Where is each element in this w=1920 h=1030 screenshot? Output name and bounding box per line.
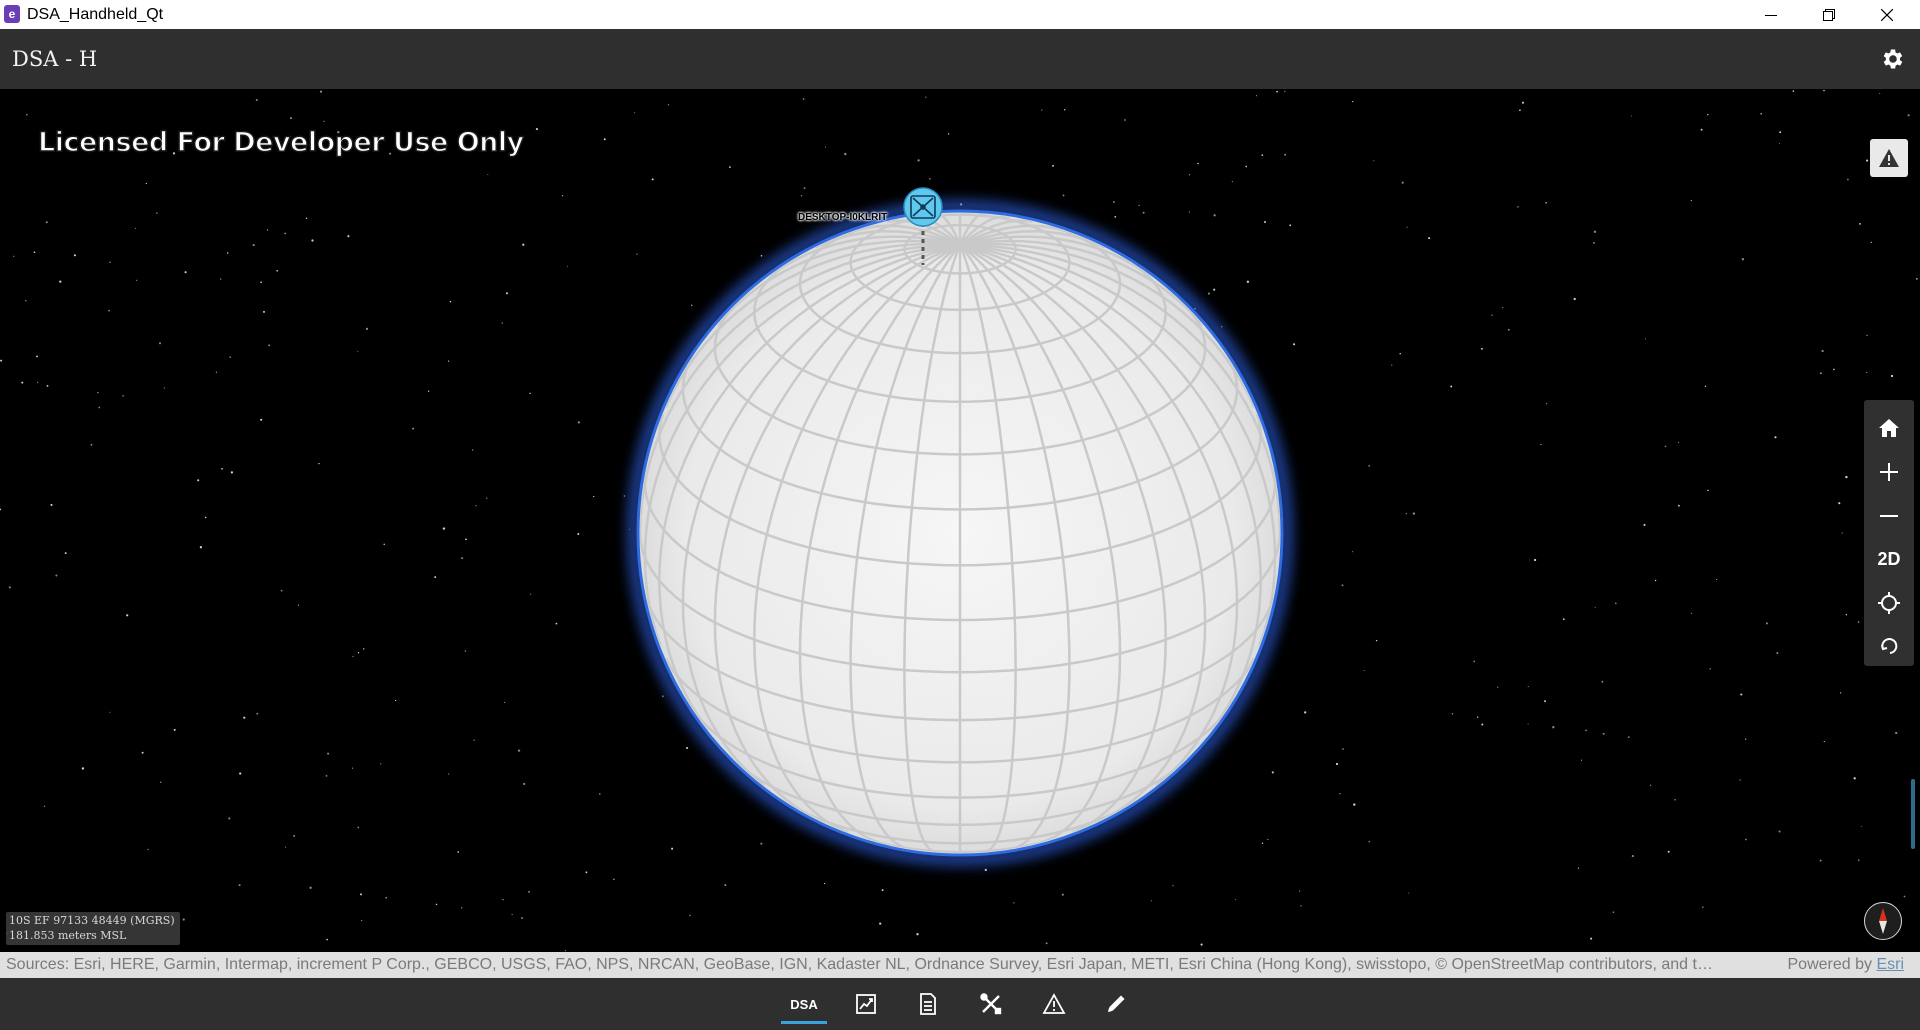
tab-dsa-label: DSA xyxy=(790,996,818,1012)
app-title: DSA - H xyxy=(12,47,98,71)
esri-link[interactable]: Esri xyxy=(1876,956,1904,973)
tab-report[interactable] xyxy=(841,978,891,1030)
app-icon: e xyxy=(4,5,20,23)
scroll-indicator[interactable] xyxy=(1911,779,1915,849)
follow-button[interactable] xyxy=(1864,624,1914,668)
close-icon xyxy=(1881,8,1893,21)
minimize-icon xyxy=(1765,14,1777,16)
tools-icon xyxy=(980,993,1002,1015)
tab-document[interactable] xyxy=(903,978,953,1030)
attribution-sources: Sources: Esri, HERE, Garmin, Intermap, i… xyxy=(6,956,1713,973)
window-title: DSA_Handheld_Qt xyxy=(27,6,164,23)
tab-alerts[interactable] xyxy=(1029,978,1079,1030)
settings-button[interactable] xyxy=(1880,46,1906,72)
alert-button[interactable] xyxy=(1870,139,1908,177)
license-watermark: Licensed For Developer Use Only xyxy=(37,126,525,159)
close-button[interactable] xyxy=(1858,0,1916,29)
zoom-out-button[interactable] xyxy=(1864,494,1914,538)
tab-dsa[interactable]: DSA xyxy=(779,978,829,1030)
home-button[interactable] xyxy=(1864,406,1914,450)
elevation-value: 181.853 meters MSL xyxy=(9,929,127,942)
warning-icon xyxy=(1042,993,1066,1014)
warning-icon xyxy=(1879,149,1899,167)
chart-report-icon xyxy=(856,994,876,1014)
bottom-tab-bar: DSA xyxy=(0,978,1920,1030)
device-label: DESKTOP-I0KLRIT xyxy=(798,212,888,223)
plus-icon xyxy=(1880,463,1898,481)
powered-by: Powered by Esri xyxy=(1788,952,1905,978)
app-header: DSA - H xyxy=(0,29,1920,89)
crosshair-icon xyxy=(1878,592,1900,614)
tab-tools[interactable] xyxy=(966,978,1016,1030)
map-attribution: Sources: Esri, HERE, Garmin, Intermap, i… xyxy=(0,952,1920,978)
document-icon xyxy=(920,993,936,1015)
minimize-button[interactable] xyxy=(1742,0,1800,29)
compass-icon xyxy=(1879,908,1887,934)
mgrs-coordinate: 10S EF 97133 48449 (MGRS) xyxy=(9,914,175,927)
home-icon xyxy=(1879,419,1899,437)
rotate-icon xyxy=(1881,638,1898,654)
window-titlebar: e DSA_Handheld_Qt xyxy=(0,0,1920,29)
toggle-2d-button[interactable]: 2D xyxy=(1864,537,1914,581)
gear-icon xyxy=(1883,49,1903,69)
locate-button[interactable] xyxy=(1864,581,1914,625)
pencil-icon xyxy=(1108,995,1125,1012)
active-tab-indicator xyxy=(781,1021,827,1024)
map-nav-toolbar: 2D xyxy=(1864,400,1914,666)
toggle-2d-label: 2D xyxy=(1877,548,1901,569)
coordinate-readout: 10S EF 97133 48449 (MGRS) 181.853 meters… xyxy=(6,912,180,945)
tab-markup[interactable] xyxy=(1091,978,1141,1030)
restore-icon xyxy=(1823,8,1835,21)
globe[interactable] xyxy=(0,89,1920,952)
map-view[interactable]: Licensed For Developer Use Only DESKTOP-… xyxy=(0,89,1920,952)
zoom-in-button[interactable] xyxy=(1864,450,1914,494)
minus-icon xyxy=(1880,515,1898,517)
compass[interactable] xyxy=(1864,902,1902,940)
restore-button[interactable] xyxy=(1800,0,1858,29)
powered-by-text: Powered by xyxy=(1787,956,1877,973)
